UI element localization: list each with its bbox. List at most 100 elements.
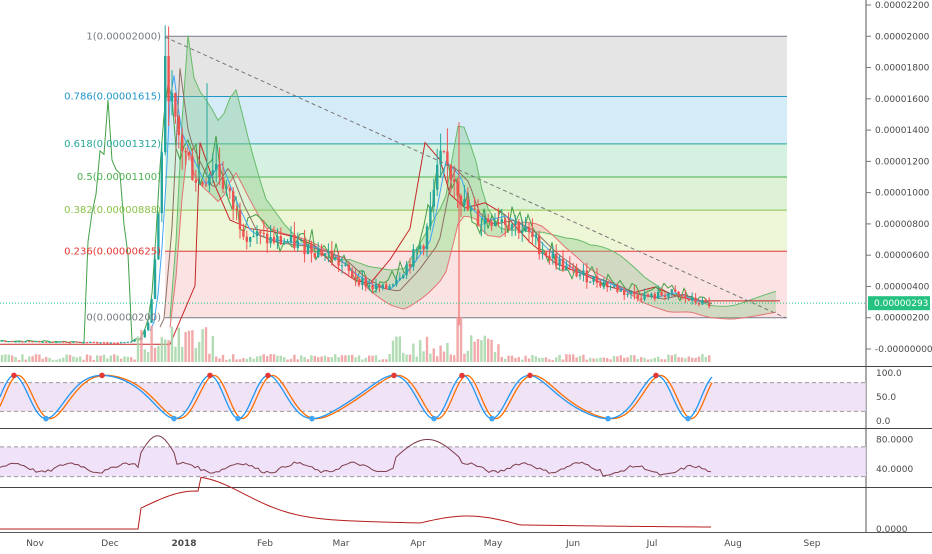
cloud-segment: [716, 305, 722, 319]
candle-body: [11, 341, 14, 343]
candle-body: [514, 221, 517, 225]
chart-canvas[interactable]: 1(0.00002000) 0.786(0.00001615) 0.618(0.00…: [0, 0, 932, 550]
candle-body: [551, 253, 554, 259]
candle-body: [28, 341, 31, 343]
volume-bar: [640, 357, 643, 362]
cloud-segment: [746, 299, 752, 318]
volume-bar: [109, 355, 112, 362]
fib-zone: [165, 36, 787, 97]
candle-body: [534, 235, 537, 238]
cloud-segment: [770, 291, 776, 314]
candle-body: [408, 264, 412, 267]
candle-body: [68, 342, 72, 344]
candle-body: [371, 285, 374, 290]
price-tick-label: 0.00001800: [875, 64, 930, 74]
volume-bar: [466, 350, 469, 362]
volume-bar: [208, 353, 211, 362]
time-tick-label: May: [484, 539, 503, 549]
volume-bar: [323, 355, 327, 362]
volume-bar: [160, 337, 163, 362]
candle-body: [674, 289, 677, 292]
cloud-segment: [734, 303, 740, 319]
volume-bar: [684, 358, 687, 362]
volume-bar: [470, 335, 473, 362]
volume-bar: [191, 330, 194, 362]
candle-body: [109, 342, 112, 344]
volume-bar: [687, 356, 690, 362]
volume-bar: [667, 354, 670, 362]
candle-body: [283, 242, 286, 245]
volume-bar: [391, 340, 395, 362]
candle-body: [48, 341, 51, 343]
candle-body: [565, 265, 568, 270]
volume-bar: [402, 352, 405, 362]
cloud-segment: [764, 293, 770, 315]
candle-body: [578, 274, 582, 277]
volume-bar: [595, 358, 599, 362]
volume-bar: [708, 355, 711, 362]
candle-body: [470, 208, 473, 210]
candle-body: [320, 249, 323, 256]
price-tick-label: 0.00001000: [875, 189, 930, 199]
volume-bar: [334, 354, 337, 362]
candle-body: [646, 294, 650, 297]
candle-body: [218, 164, 221, 178]
candle-body: [633, 291, 636, 295]
volume-bar: [680, 357, 684, 362]
time-tick-label: Apr: [410, 539, 426, 549]
candle-body: [629, 291, 633, 294]
volume-bar: [68, 354, 72, 362]
volume-bar: [177, 327, 180, 362]
fib-level-label: 0.5(0.00001100): [77, 172, 161, 183]
candle-body: [21, 341, 24, 343]
stoch-peak-dot: [391, 372, 397, 379]
volume-bar: [436, 356, 439, 362]
volume-bar: [589, 357, 592, 362]
candle-body: [266, 233, 269, 244]
candle-body: [636, 294, 639, 299]
candle-body: [589, 281, 592, 283]
candle-body: [75, 341, 78, 343]
volume-bar: [517, 357, 520, 362]
volume-bar: [306, 359, 310, 362]
volume-bar: [371, 355, 374, 362]
volume-bar: [252, 358, 255, 362]
volume-bar: [395, 336, 398, 362]
volume-bar: [497, 344, 500, 362]
stoch-trough-dot: [309, 415, 315, 422]
candle-body: [116, 342, 119, 344]
volume-bar: [660, 359, 663, 362]
candle-body: [497, 222, 500, 224]
volume-bar: [55, 359, 58, 362]
candle-body: [72, 341, 75, 343]
volume-bar: [99, 355, 102, 362]
volume-bar: [28, 356, 31, 362]
volume-bar: [225, 359, 228, 362]
volume-bar: [300, 355, 303, 362]
candle-body: [623, 289, 626, 295]
stochastic-rsi-pane: 100.0 50.0 0.0: [0, 369, 902, 427]
candle-body: [599, 282, 602, 287]
third-line: [0, 476, 712, 530]
volume-bar: [235, 359, 238, 362]
candle-body: [123, 342, 126, 344]
candle-body: [38, 341, 41, 343]
candle-body: [463, 199, 466, 205]
stoch-trough-dot: [489, 415, 495, 422]
candle-body: [415, 249, 418, 251]
volume-bar: [89, 355, 92, 362]
volume-bar: [473, 341, 476, 362]
candle-body: [252, 236, 255, 238]
volume-bar: [269, 354, 272, 362]
candle-body: [62, 341, 65, 343]
candle-body: [521, 230, 524, 233]
volume-bar: [242, 358, 245, 362]
stoch-trough-dot: [171, 415, 177, 422]
volume-bar: [174, 346, 177, 362]
candle-body: [381, 284, 384, 288]
volume-bar: [449, 354, 452, 362]
volume-bar: [364, 357, 367, 362]
volume-bar: [619, 355, 622, 362]
volume-bar: [677, 357, 680, 362]
volume-bar: [21, 354, 24, 362]
